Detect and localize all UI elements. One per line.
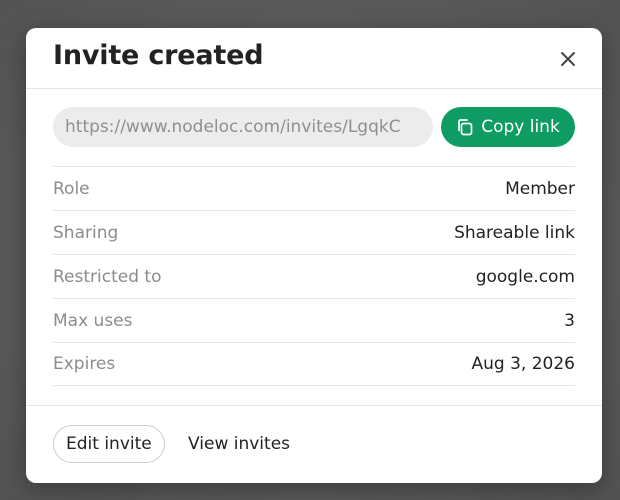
- copy-icon: [458, 119, 473, 136]
- invite-link-row: Copy link: [53, 107, 575, 147]
- detail-row-restricted-to: Restricted to google.com: [53, 254, 575, 298]
- detail-row-sharing: Sharing Shareable link: [53, 210, 575, 254]
- close-button[interactable]: [556, 47, 580, 71]
- detail-label: Expires: [53, 354, 116, 374]
- view-invites-button[interactable]: View invites: [188, 425, 290, 463]
- detail-value: google.com: [475, 266, 575, 287]
- detail-value: Shareable link: [454, 222, 575, 243]
- close-icon: [561, 52, 575, 66]
- invite-details-list: Role Member Sharing Shareable link Restr…: [53, 166, 575, 386]
- invite-link-input[interactable]: [53, 107, 433, 147]
- modal-footer: Edit invite View invites: [26, 405, 602, 483]
- detail-label: Role: [53, 178, 90, 199]
- detail-row-role: Role Member: [53, 166, 575, 210]
- detail-label: Sharing: [53, 222, 119, 243]
- detail-value: 3: [564, 310, 575, 331]
- copy-link-label: Copy link: [481, 117, 560, 137]
- modal-header: Invite created: [26, 28, 602, 89]
- detail-label: Restricted to: [53, 266, 162, 287]
- detail-label: Max uses: [53, 310, 133, 331]
- copy-link-button[interactable]: Copy link: [441, 107, 575, 147]
- detail-value: Aug 3, 2026: [471, 354, 576, 374]
- modal-title: Invite created: [53, 40, 264, 71]
- detail-row-max-uses: Max uses 3: [53, 298, 575, 342]
- detail-row-expires: Expires Aug 3, 2026: [53, 342, 575, 386]
- invite-created-modal: Invite created Copy link Role Member Sha…: [26, 28, 602, 483]
- detail-value: Member: [505, 178, 575, 199]
- edit-invite-button[interactable]: Edit invite: [53, 425, 165, 463]
